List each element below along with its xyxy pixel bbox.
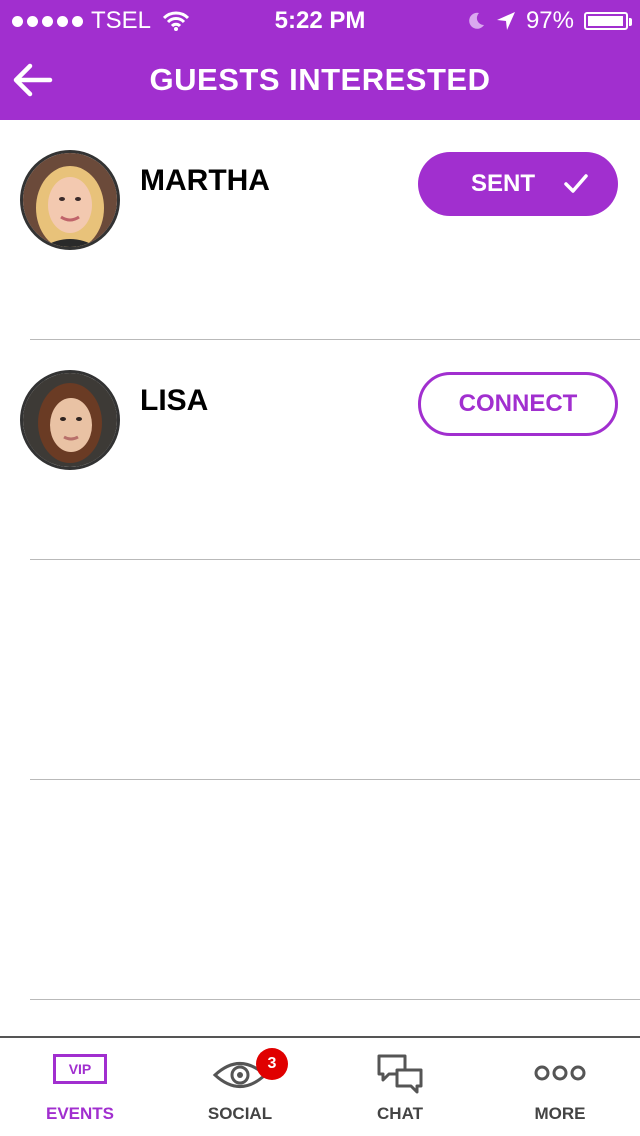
guest-list: MARTHA SENT LISA CONNECT <box>0 120 640 1000</box>
battery-icon <box>584 12 632 30</box>
tab-events[interactable]: VIP EVENTS <box>0 1038 160 1136</box>
tab-chat[interactable]: CHAT <box>320 1038 480 1136</box>
moon-icon <box>469 12 484 29</box>
notification-badge: 3 <box>256 1048 288 1080</box>
tab-label: SOCIAL <box>207 1104 273 1123</box>
page-title: GUESTS INTERESTED <box>149 62 491 97</box>
sent-button[interactable]: SENT <box>418 152 618 216</box>
vip-icon: VIP <box>53 1054 107 1084</box>
tab-label: CHAT <box>377 1104 423 1123</box>
battery-percent: 97% <box>525 7 574 34</box>
connect-button-label: CONNECT <box>458 390 578 417</box>
empty-row <box>0 560 640 780</box>
list-item: MARTHA SENT <box>0 120 640 340</box>
connect-button[interactable]: CONNECT <box>418 372 618 436</box>
chat-bubbles-icon <box>375 1052 425 1101</box>
avatar[interactable] <box>20 150 120 250</box>
tab-more[interactable]: MORE <box>480 1038 640 1136</box>
tab-bar: VIP EVENTS 3 SOCIAL CHAT MORE <box>0 1036 640 1136</box>
empty-row <box>0 780 640 1000</box>
tab-label: EVENTS <box>45 1104 115 1123</box>
sent-button-label: SENT <box>470 170 535 197</box>
more-dots-icon <box>533 1064 587 1087</box>
divider <box>30 999 640 1000</box>
tab-social[interactable]: 3 SOCIAL <box>160 1038 320 1136</box>
avatar[interactable] <box>20 370 120 470</box>
guest-name: LISA <box>140 384 209 417</box>
location-arrow-icon <box>496 12 515 30</box>
list-item: LISA CONNECT <box>0 340 640 560</box>
nav-bar: GUESTS INTERESTED <box>0 40 640 120</box>
guest-name: MARTHA <box>140 164 270 197</box>
status-bar: TSEL 5:22 PM 97% <box>0 0 640 40</box>
tab-label: MORE <box>534 1104 586 1123</box>
checkmark-icon <box>564 174 588 193</box>
header: TSEL 5:22 PM 97% GUESTS INTERESTED <box>0 0 640 120</box>
